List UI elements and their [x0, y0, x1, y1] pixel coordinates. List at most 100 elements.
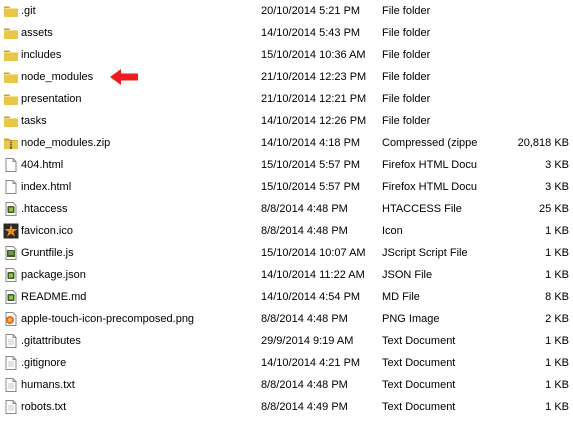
file-size: 1 KB: [545, 247, 569, 259]
file-name: robots.txt: [21, 401, 67, 413]
file-row[interactable]: robots.txt 8/8/2014 4:49 PM Text Document 1…: [0, 396, 573, 418]
file-row[interactable]: presentation 21/10/2014 12:21 PM File fold…: [0, 88, 573, 110]
file-type: File folder: [382, 115, 431, 127]
file-row[interactable]: index.html 15/10/2014 5:57 PM Firefox HTML…: [0, 176, 573, 198]
folder-icon: [3, 25, 19, 41]
folder-icon: [3, 69, 19, 85]
zip-icon: [3, 135, 19, 151]
file-date-modified: 15/10/2014 5:57 PM: [261, 181, 361, 193]
file-row[interactable]: .git 20/10/2014 5:21 PM File folder: [0, 0, 573, 22]
file-type: Firefox HTML Docu...: [382, 159, 477, 171]
folder-icon: [3, 113, 19, 129]
script-file-icon: [3, 245, 19, 261]
file-row[interactable]: node_modules 21/10/2014 12:23 PM File fold…: [0, 66, 573, 88]
file-date-modified: 14/10/2014 4:21 PM: [261, 357, 361, 369]
file-date-modified: 15/10/2014 10:07 AM: [261, 247, 366, 259]
file-name: includes: [21, 49, 62, 61]
file-name: assets: [21, 27, 53, 39]
folder-icon: [3, 3, 19, 19]
text-file-icon: [3, 399, 19, 415]
file-name: tasks: [21, 115, 47, 127]
file-row[interactable]: package.json 14/10/2014 11:22 AM JSON File…: [0, 264, 573, 286]
file-row[interactable]: README.md 14/10/2014 4:54 PM MD File 8 KB: [0, 286, 573, 308]
file-type: Icon: [382, 225, 403, 237]
file-name: .htaccess: [21, 203, 68, 215]
file-date-modified: 29/9/2014 9:19 AM: [261, 335, 354, 347]
file-date-modified: 8/8/2014 4:48 PM: [261, 203, 348, 215]
file-row[interactable]: favicon.ico 8/8/2014 4:48 PM Icon 1 KB: [0, 220, 573, 242]
image-file-icon: [3, 311, 19, 327]
file-size: 3 KB: [545, 159, 569, 171]
document-icon: [3, 179, 19, 195]
file-date-modified: 8/8/2014 4:48 PM: [261, 225, 348, 237]
file-name: 404.html: [21, 159, 64, 171]
file-date-modified: 14/10/2014 12:26 PM: [261, 115, 367, 127]
file-size: 8 KB: [545, 291, 569, 303]
file-name: humans.txt: [21, 379, 75, 391]
file-row[interactable]: 404.html 15/10/2014 5:57 PM Firefox HTML D…: [0, 154, 573, 176]
file-size: 1 KB: [545, 225, 569, 237]
file-type: Text Document: [382, 357, 456, 369]
file-date-modified: 14/10/2014 4:18 PM: [261, 137, 361, 149]
file-name: node_modules.zip: [21, 137, 111, 149]
favicon-icon: [3, 223, 19, 239]
text-file-icon: [3, 377, 19, 393]
file-row[interactable]: tasks 14/10/2014 12:26 PM File folder: [0, 110, 573, 132]
file-size: 20,818 KB: [517, 137, 569, 149]
file-size: 1 KB: [545, 335, 569, 347]
file-date-modified: 21/10/2014 12:21 PM: [261, 93, 367, 105]
file-type: PNG Image: [382, 313, 440, 325]
file-row[interactable]: .htaccess 8/8/2014 4:48 PM HTACCESS File 25…: [0, 198, 573, 220]
file-name: Gruntfile.js: [21, 247, 74, 259]
file-type: Text Document: [382, 335, 456, 347]
file-size: 3 KB: [545, 181, 569, 193]
file-name: node_modules: [21, 71, 94, 83]
file-row[interactable]: humans.txt 8/8/2014 4:48 PM Text Document 1…: [0, 374, 573, 396]
file-name: apple-touch-icon-precomposed.png: [21, 313, 195, 325]
file-size: 1 KB: [545, 269, 569, 281]
file-type: File folder: [382, 5, 431, 17]
red-arrow-icon: [110, 69, 138, 85]
file-name: index.html: [21, 181, 72, 193]
file-list: .git 20/10/2014 5:21 PM File folder assets 1…: [0, 0, 573, 417]
file-type: Firefox HTML Docu...: [382, 181, 477, 193]
file-date-modified: 15/10/2014 5:57 PM: [261, 159, 361, 171]
file-date-modified: 15/10/2014 10:36 AM: [261, 49, 366, 61]
editor-file-icon: [3, 267, 19, 283]
file-type: Compressed (zippe...: [382, 137, 477, 149]
file-row[interactable]: node_modules.zip 14/10/2014 4:18 PM Compre…: [0, 132, 573, 154]
file-name: package.json: [21, 269, 86, 281]
text-file-icon: [3, 355, 19, 371]
file-row[interactable]: .gitignore 14/10/2014 4:21 PM Text Documen…: [0, 352, 573, 374]
file-row[interactable]: apple-touch-icon-precomposed.png 8/8/2014…: [0, 308, 573, 330]
file-type: JScript Script File: [382, 247, 468, 259]
file-name: presentation: [21, 93, 82, 105]
file-row[interactable]: assets 14/10/2014 5:43 PM File folder: [0, 22, 573, 44]
file-name: .gitattributes: [21, 335, 81, 347]
file-date-modified: 8/8/2014 4:48 PM: [261, 379, 348, 391]
text-file-icon: [3, 333, 19, 349]
editor-file-icon: [3, 289, 19, 305]
file-name: favicon.ico: [21, 225, 73, 237]
file-date-modified: 8/8/2014 4:49 PM: [261, 401, 348, 413]
file-row[interactable]: Gruntfile.js 15/10/2014 10:07 AM JScript S…: [0, 242, 573, 264]
file-type: File folder: [382, 71, 431, 83]
file-name: README.md: [21, 291, 87, 303]
editor-file-icon: [3, 201, 19, 217]
file-type: MD File: [382, 291, 420, 303]
file-date-modified: 14/10/2014 11:22 AM: [261, 269, 365, 281]
file-row[interactable]: includes 15/10/2014 10:36 AM File folder: [0, 44, 573, 66]
file-type: File folder: [382, 49, 431, 61]
file-type: Text Document: [382, 401, 456, 413]
document-icon: [3, 157, 19, 173]
file-size: 2 KB: [545, 313, 569, 325]
file-name: .gitignore: [21, 357, 67, 369]
file-name: .git: [21, 5, 36, 17]
file-date-modified: 21/10/2014 12:23 PM: [261, 71, 367, 83]
file-size: 1 KB: [545, 357, 569, 369]
file-size: 1 KB: [545, 401, 569, 413]
file-date-modified: 8/8/2014 4:48 PM: [261, 313, 348, 325]
file-date-modified: 20/10/2014 5:21 PM: [261, 5, 361, 17]
file-type: JSON File: [382, 269, 433, 281]
file-row[interactable]: .gitattributes 29/9/2014 9:19 AM Text Docu…: [0, 330, 573, 352]
